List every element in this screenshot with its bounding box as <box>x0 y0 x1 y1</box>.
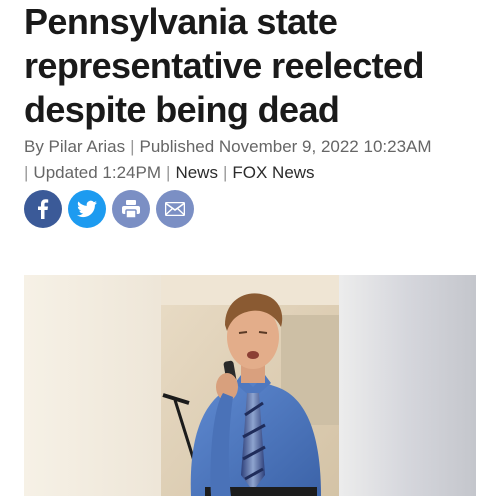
byline: By Pilar Arias | Published November 9, 202… <box>24 134 484 186</box>
article-photo <box>24 275 476 496</box>
byline-separator: | <box>130 137 135 156</box>
byline-published: Published November 9, 2022 10:23AM <box>139 137 432 156</box>
share-print-button[interactable] <box>112 190 150 228</box>
twitter-icon <box>77 200 97 218</box>
share-email-button[interactable] <box>156 190 194 228</box>
share-twitter-button[interactable] <box>68 190 106 228</box>
facebook-icon <box>38 199 49 219</box>
share-facebook-button[interactable] <box>24 190 62 228</box>
source-link-fox-news[interactable]: FOX News <box>232 163 314 182</box>
email-icon <box>165 202 185 216</box>
article: Pennsylvania state representative reelec… <box>0 0 500 496</box>
print-icon <box>122 200 140 218</box>
byline-updated: Updated 1:24PM <box>33 163 162 182</box>
headline: Pennsylvania state representative reelec… <box>24 1 424 130</box>
byline-separator: | <box>222 163 228 182</box>
byline-separator: | <box>24 163 29 182</box>
byline-separator: | <box>166 163 171 182</box>
category-link-news[interactable]: News <box>175 163 218 182</box>
byline-author: By Pilar Arias <box>24 137 126 156</box>
share-buttons <box>24 190 194 228</box>
photo-man-speaking-into-microphone <box>161 275 339 496</box>
